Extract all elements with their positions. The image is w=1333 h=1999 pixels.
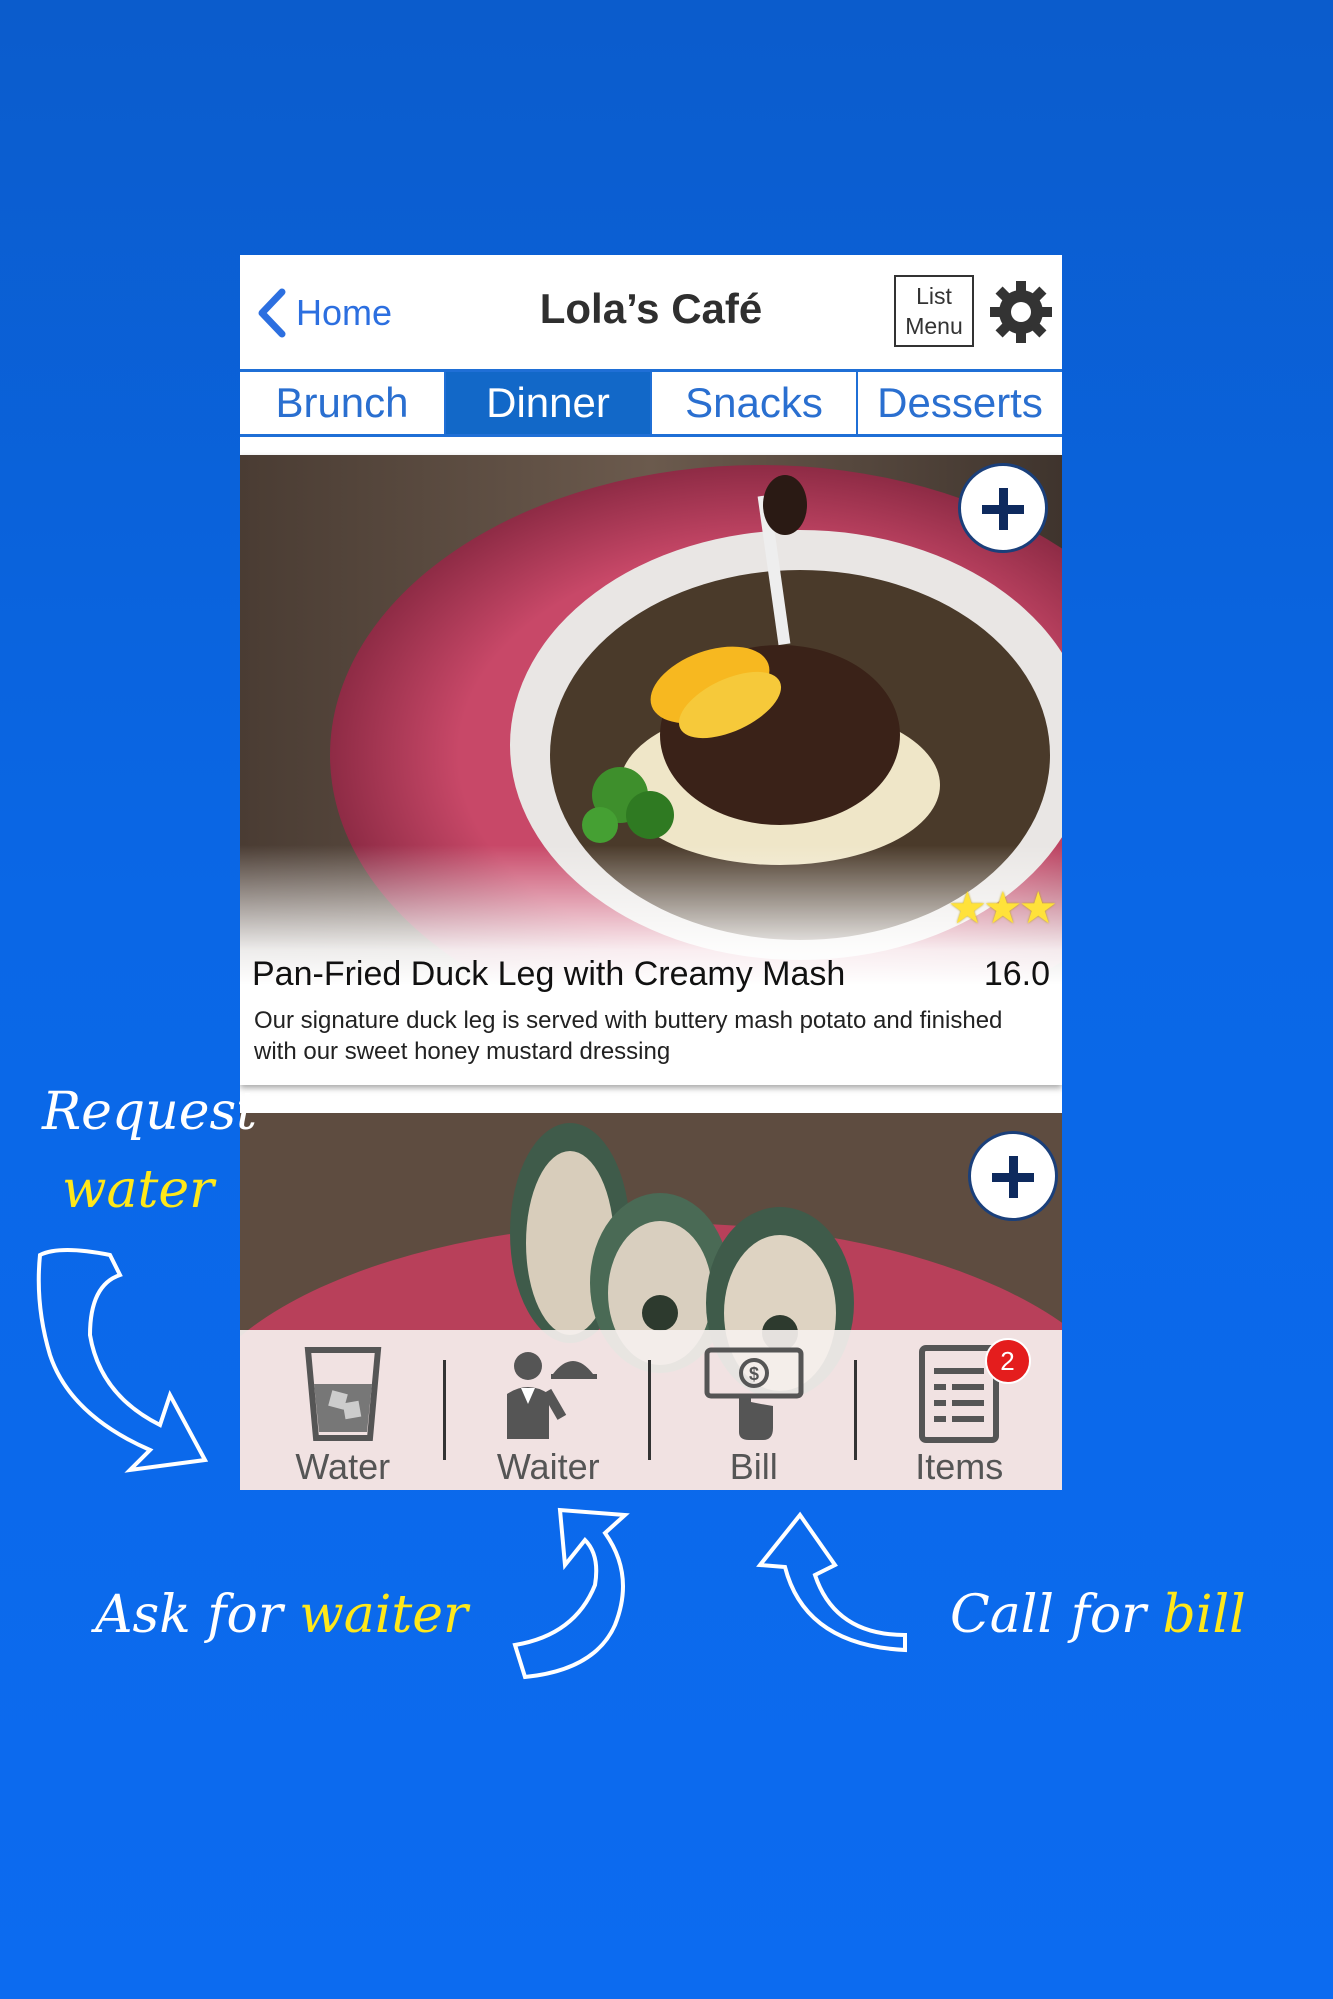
bottom-action-bar: Water Waiter $ Bill Items 2: [240, 1330, 1062, 1490]
add-item-button[interactable]: [968, 1131, 1058, 1221]
curved-arrow-icon: [512, 1507, 630, 1680]
bill-payment-icon: $: [704, 1347, 804, 1440]
water-button[interactable]: Water: [240, 1330, 446, 1490]
app-screen: Home Lola’s Café List Menu Brunch Dinner: [240, 255, 1062, 1490]
waiter-icon: [507, 1352, 598, 1439]
items-button[interactable]: Items 2: [857, 1330, 1063, 1490]
add-item-button[interactable]: [958, 463, 1048, 553]
waiter-label: Waiter: [496, 1446, 600, 1487]
category-tabs: Brunch Dinner Snacks Desserts: [240, 369, 1062, 437]
waiter-button[interactable]: Waiter: [446, 1330, 651, 1490]
tab-snacks[interactable]: Snacks: [652, 372, 858, 434]
water-label: Water: [295, 1446, 391, 1487]
svg-text:$: $: [749, 1364, 759, 1384]
dish-photo: [240, 455, 1062, 985]
glass-of-water-icon: [304, 1347, 382, 1441]
curved-arrow-icon: [756, 1511, 907, 1653]
top-bar: Home Lola’s Café List Menu: [240, 255, 1062, 369]
request-annotation-line1: Request: [42, 1082, 258, 1142]
curved-arrow-icon: [36, 1248, 209, 1473]
waiter-annotation-highlight: waiter: [299, 1585, 468, 1645]
tab-desserts[interactable]: Desserts: [858, 372, 1062, 434]
request-annotation-line2: water: [62, 1160, 215, 1220]
bill-annotation-highlight: bill: [1162, 1585, 1246, 1645]
items-count-badge: 2: [984, 1338, 1031, 1384]
tab-brunch[interactable]: Brunch: [240, 372, 446, 434]
waiter-annotation: Ask for waiter: [95, 1585, 468, 1645]
dish-description: Our signature duck leg is served with bu…: [254, 1007, 1003, 1065]
menu-item-card[interactable]: ★★★ Pan-Fried Duck Leg with Creamy Mash …: [240, 455, 1062, 1085]
tab-dinner[interactable]: Dinner: [446, 372, 652, 434]
bill-button[interactable]: $ Bill: [651, 1330, 857, 1490]
bill-label: Bill: [729, 1446, 778, 1487]
rating-stars: ★★★: [947, 884, 1058, 933]
list-menu-label-2: Menu: [905, 313, 963, 339]
list-menu-label-1: List: [916, 283, 952, 309]
gear-icon[interactable]: [986, 277, 1056, 347]
items-label: Items: [915, 1446, 1004, 1487]
dish-price: 16.0: [983, 955, 1050, 993]
bill-annotation-prefix: Call for: [950, 1585, 1163, 1645]
list-menu-button[interactable]: List Menu: [894, 275, 974, 347]
bill-annotation: Call for bill: [950, 1585, 1246, 1645]
dish-name: Pan-Fried Duck Leg with Creamy Mash: [252, 955, 846, 993]
waiter-annotation-prefix: Ask for: [95, 1585, 300, 1645]
